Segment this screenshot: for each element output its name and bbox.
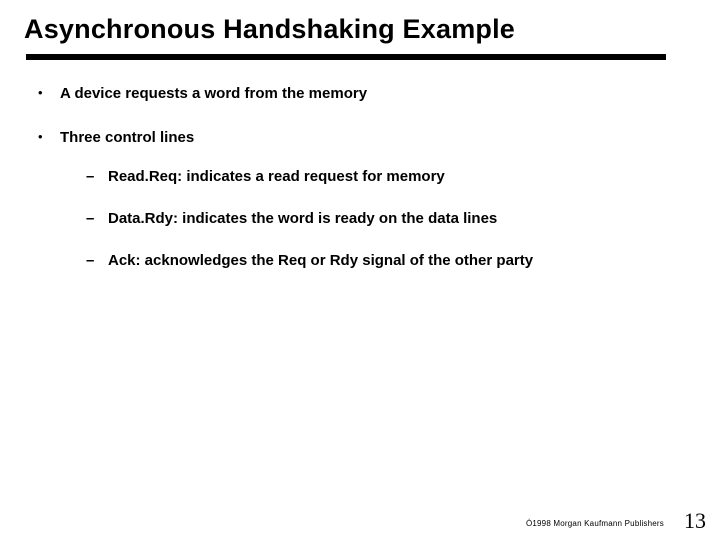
sub-bullet-text: Ack: acknowledges the Req or Rdy signal … <box>108 252 533 269</box>
sub-bullet-item: Data.Rdy: indicates the word is ready on… <box>84 209 680 229</box>
bullet-text: A device requests a word from the memory <box>60 85 367 102</box>
sub-bullet-item: Read.Req: indicates a read request for m… <box>84 167 680 187</box>
sub-bullet-text: Data.Rdy: indicates the word is ready on… <box>108 210 497 227</box>
title-rule <box>26 54 666 60</box>
page-number: 13 <box>684 508 706 534</box>
copyright-text: Ó1998 Morgan Kaufmann Publishers <box>526 519 664 528</box>
bullet-item: Three control lines Read.Req: indicates … <box>32 128 680 271</box>
slide: Asynchronous Handshaking Example A devic… <box>0 0 720 540</box>
slide-content: A device requests a word from the memory… <box>32 84 680 295</box>
bullet-text: Three control lines <box>60 129 194 146</box>
bullet-item: A device requests a word from the memory <box>32 84 680 104</box>
bullet-list: A device requests a word from the memory… <box>32 84 680 271</box>
sub-bullet-list: Read.Req: indicates a read request for m… <box>60 167 680 272</box>
sub-bullet-item: Ack: acknowledges the Req or Rdy signal … <box>84 251 680 271</box>
sub-bullet-text: Read.Req: indicates a read request for m… <box>108 168 445 185</box>
slide-title: Asynchronous Handshaking Example <box>24 14 696 45</box>
